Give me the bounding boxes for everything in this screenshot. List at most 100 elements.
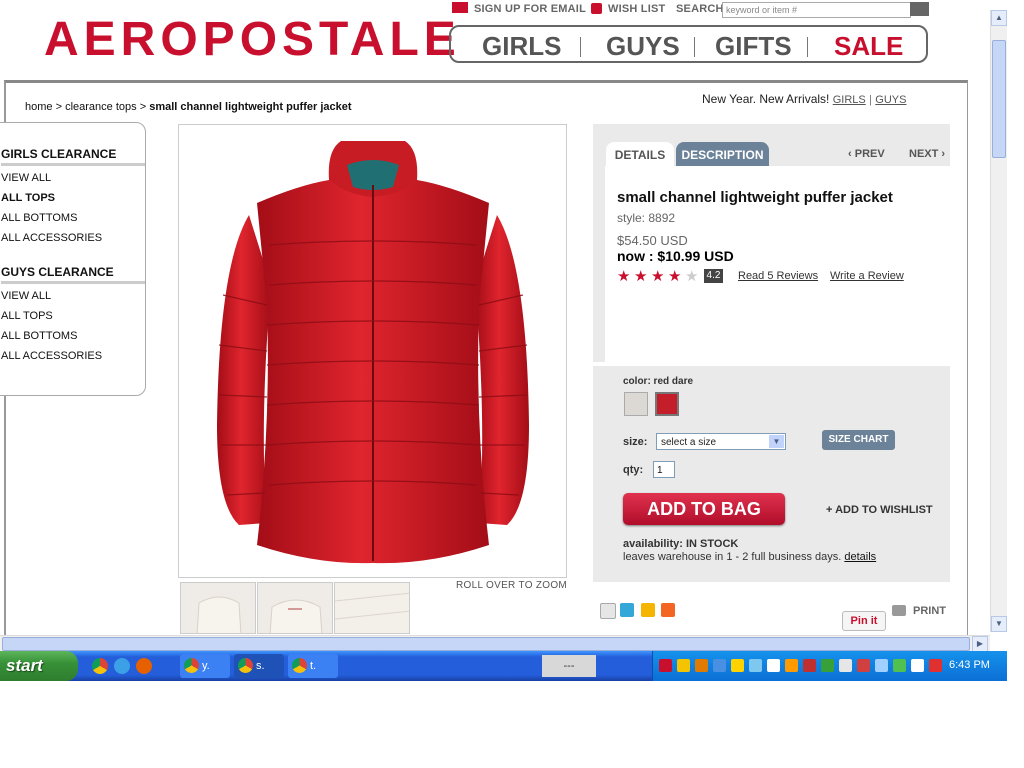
tray-app-icon[interactable] [803, 659, 816, 672]
promo-guys-link[interactable]: GUYS [875, 94, 906, 106]
star-empty-icon: ★ [685, 268, 699, 285]
scroll-up-arrow-icon[interactable]: ▲ [991, 10, 1007, 26]
nav-guys[interactable]: GUYS [606, 31, 680, 62]
shipping-note: leaves warehouse in 1 - 2 full business … [623, 551, 876, 563]
sidebar-guys-all-accessories[interactable]: ALL ACCESSORIES [1, 350, 102, 362]
nav-divider [580, 37, 581, 57]
search-input[interactable]: keyword or item # [722, 2, 911, 18]
email-share-icon[interactable] [600, 603, 616, 619]
availability-status: IN STOCK [685, 538, 739, 550]
prev-button[interactable]: ‹ PREV [848, 148, 885, 160]
twitter-icon[interactable] [620, 603, 634, 617]
scroll-down-arrow-icon[interactable]: ▼ [991, 616, 1007, 632]
thumbnail-front[interactable] [180, 582, 256, 634]
tray-app-icon[interactable] [911, 659, 924, 672]
taskbar-window-2-label: s. [256, 660, 265, 672]
tray-app-icon[interactable] [713, 659, 726, 672]
sidebar-guys-view-all[interactable]: VIEW ALL [1, 290, 51, 302]
product-title: small channel lightweight puffer jacket [617, 189, 893, 206]
tray-app-icon[interactable] [857, 659, 870, 672]
system-clock[interactable]: 6:43 PM [949, 659, 990, 671]
tray-app-icon[interactable] [677, 659, 690, 672]
sidebar-girls-view-all[interactable]: VIEW ALL [1, 172, 51, 184]
tray-app-icon[interactable] [695, 659, 708, 672]
sidebar-girls-all-accessories[interactable]: ALL ACCESSORIES [1, 232, 102, 244]
breadcrumb-home[interactable]: home [25, 101, 53, 113]
print-link[interactable]: PRINT [913, 605, 946, 617]
add-to-bag-button[interactable]: ADD TO BAG [623, 493, 785, 525]
hscrollbar-thumb[interactable] [2, 637, 970, 651]
printer-icon[interactable] [892, 605, 906, 616]
taskbar-window-1-label: y. [202, 660, 210, 672]
tray-app-icon[interactable] [749, 659, 762, 672]
product-image[interactable] [178, 124, 567, 578]
tray-app-icon[interactable] [659, 659, 672, 672]
taskbar-window-2[interactable]: s. [234, 654, 284, 678]
brand-logo[interactable]: AEROPOSTALE [44, 12, 461, 67]
signup-email-link[interactable]: SIGN UP FOR EMAIL [474, 3, 586, 15]
plus-icon: + [826, 504, 836, 516]
scroll-right-arrow-icon[interactable]: ▶ [972, 636, 988, 652]
girls-clearance-heading[interactable]: GIRLS CLEARANCE [1, 147, 116, 161]
sidebar-guys-all-tops[interactable]: ALL TOPS [1, 310, 53, 322]
chevron-down-icon[interactable]: ▼ [769, 435, 784, 448]
star-filled-icon: ★ [617, 268, 631, 285]
read-reviews-link[interactable]: Read 5 Reviews [738, 270, 818, 282]
addthis-plus-icon[interactable] [661, 603, 675, 617]
promo-divider: | [869, 94, 872, 106]
thumbnail-back[interactable] [257, 582, 333, 634]
write-review-link[interactable]: Write a Review [830, 270, 904, 282]
search-label: SEARCH [676, 3, 724, 15]
nav-gifts[interactable]: GIFTS [715, 31, 792, 62]
ie-quicklaunch-icon[interactable] [114, 658, 130, 674]
quantity-input[interactable]: 1 [653, 461, 675, 478]
light-grey-swatch[interactable] [624, 392, 648, 416]
shipping-details-link[interactable]: details [844, 551, 876, 563]
tab-description[interactable]: DESCRIPTION [676, 142, 769, 166]
size-chart-button[interactable]: SIZE CHART [822, 430, 895, 450]
add-to-wishlist-button[interactable]: + ADD TO WISHLIST [826, 504, 933, 516]
red-swatch[interactable] [655, 392, 679, 416]
nav-girls[interactable]: GIRLS [482, 31, 561, 62]
tray-app-icon[interactable] [731, 659, 744, 672]
promo-girls-link[interactable]: GIRLS [833, 94, 866, 106]
pinterest-button[interactable]: Pin it [842, 611, 886, 631]
star-filled-icon: ★ [668, 268, 682, 285]
language-bar[interactable]: --- [542, 655, 596, 677]
tab-details[interactable]: DETAILS [606, 142, 674, 166]
vertical-scrollbar[interactable]: ▲ ▼ [990, 10, 1007, 632]
chevron-right-icon: › [938, 148, 946, 160]
horizontal-scrollbar[interactable]: ▶ [0, 635, 990, 652]
chrome-icon [238, 658, 253, 673]
thumbnail-detail[interactable] [334, 582, 410, 634]
tray-app-icon[interactable] [875, 659, 888, 672]
chrome-quicklaunch-icon[interactable] [92, 658, 108, 674]
firefox-quicklaunch-icon[interactable] [136, 658, 152, 674]
tray-app-icon[interactable] [821, 659, 834, 672]
tray-app-icon[interactable] [767, 659, 780, 672]
favorite-star-icon[interactable] [641, 603, 655, 617]
breadcrumb-category[interactable]: clearance tops [65, 101, 137, 113]
tray-app-icon[interactable] [929, 659, 942, 672]
wishlist-icon[interactable] [591, 3, 602, 14]
scrollbar-thumb[interactable] [992, 40, 1006, 158]
sidebar-guys-all-bottoms[interactable]: ALL BOTTOMS [1, 330, 77, 342]
size-select[interactable]: select a size ▼ [656, 433, 786, 450]
tray-app-icon[interactable] [785, 659, 798, 672]
rating-value: 4.2 [704, 269, 723, 283]
wishlist-link[interactable]: WISH LIST [608, 3, 665, 15]
sidebar-girls-all-bottoms[interactable]: ALL BOTTOMS [1, 212, 77, 224]
availability: availability: IN STOCK [623, 538, 738, 550]
tray-app-icon[interactable] [839, 659, 852, 672]
red-puffer-jacket-image [217, 141, 529, 564]
search-button[interactable] [910, 2, 929, 16]
nav-sale[interactable]: SALE [834, 31, 903, 62]
system-tray: 6:43 PM [652, 651, 1007, 681]
taskbar-window-3[interactable]: t. [288, 654, 338, 678]
sidebar-girls-all-tops[interactable]: ALL TOPS [1, 192, 55, 204]
guys-clearance-heading[interactable]: GUYS CLEARANCE [1, 265, 114, 279]
start-button[interactable]: start [0, 651, 78, 681]
tray-app-icon[interactable] [893, 659, 906, 672]
next-button[interactable]: NEXT › [909, 148, 945, 160]
taskbar-window-1[interactable]: y. [180, 654, 230, 678]
